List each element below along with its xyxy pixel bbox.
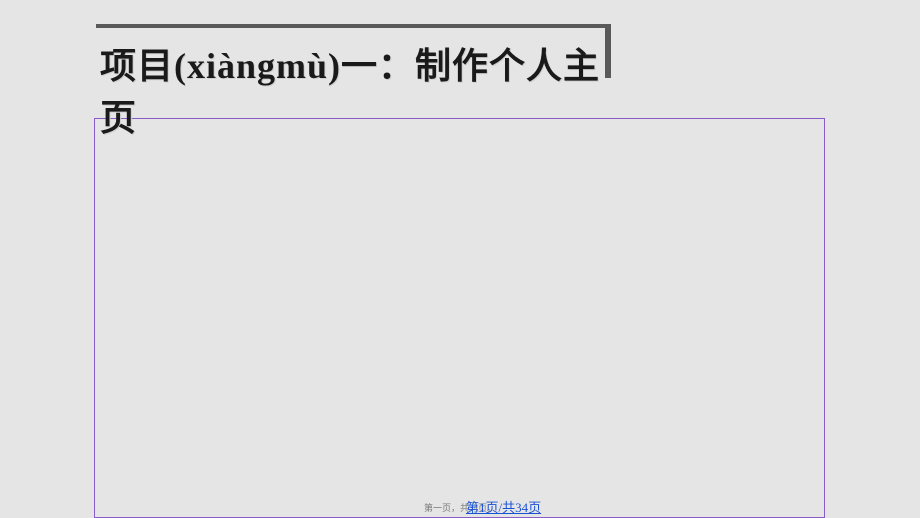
slide-title: 项目(xiàngmù)一：制作个人主页: [100, 40, 620, 144]
slide-body-placeholder: [94, 118, 825, 518]
page-indicator-link[interactable]: 第1页/共34页: [466, 497, 541, 516]
